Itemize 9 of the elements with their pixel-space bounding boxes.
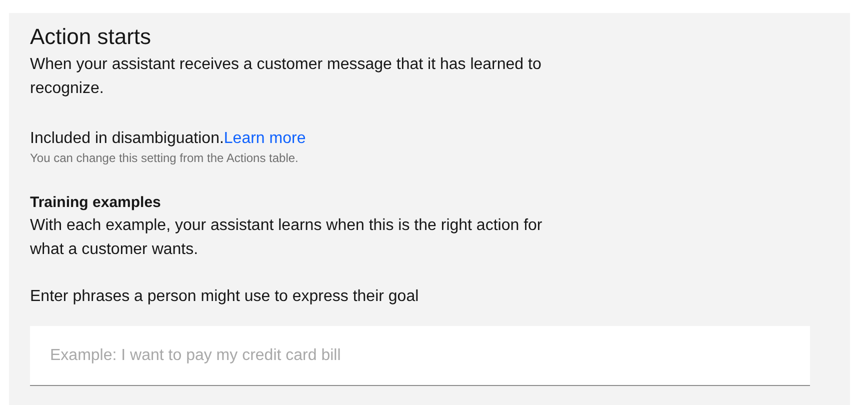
disambiguation-text: Included in disambiguation. (30, 130, 224, 147)
training-description: With each example, your assistant learns when this is the right action for what a customer wants. (30, 216, 544, 260)
learn-more-link[interactable]: Learn more (224, 130, 306, 147)
training-heading: Training examples (30, 193, 162, 213)
section-title: Action starts (30, 23, 152, 51)
setting-hint: You can change this setting from the Actions table. (30, 150, 300, 166)
section-description: When your assistant receives a customer message that it has learned to recognize. (30, 55, 542, 99)
input-label: Enter phrases a person might use to express their goal (30, 287, 420, 307)
example-input-field[interactable]: Example: I want to pay my credit card bill (30, 326, 810, 386)
